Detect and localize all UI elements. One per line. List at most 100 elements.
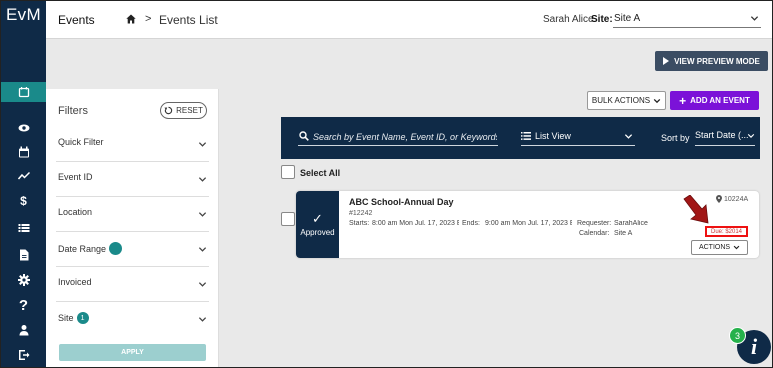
filter-event-id[interactable]: Event ID <box>56 162 209 197</box>
filter-date-range[interactable]: Date Range <box>56 232 209 267</box>
chevron-down-icon <box>198 247 207 252</box>
filter-quick-filter[interactable]: Quick Filter <box>56 127 209 162</box>
nav-documents[interactable] <box>1 244 46 266</box>
annotation-arrow-icon <box>683 195 709 224</box>
calendar-icon <box>18 146 29 158</box>
event-starts-label: Starts: <box>349 220 370 227</box>
chevron-down-icon <box>750 16 759 21</box>
event-calendar-label: Calendar: <box>579 230 610 237</box>
filters-panel: Filters RESET Quick Filter Event ID Loca… <box>46 89 219 367</box>
filter-label: Location <box>58 207 93 217</box>
map-pin-icon <box>716 195 722 203</box>
breadcrumb-current: Events List <box>159 13 218 27</box>
event-location-value: 10224A <box>724 195 749 203</box>
view-select[interactable]: List View <box>521 129 635 146</box>
chevron-down-icon <box>198 142 207 147</box>
bulk-actions-label: BULK ACTIONS <box>591 96 651 105</box>
check-icon: ✓ <box>312 211 323 226</box>
filter-label: Date Range <box>58 243 107 254</box>
filter-label: Quick Filter <box>58 137 104 147</box>
help-icon: ? <box>18 296 29 314</box>
filters-title: Filters <box>58 105 88 117</box>
chevron-down-icon <box>198 177 207 182</box>
nav-billing[interactable]: $ <box>1 190 46 212</box>
view-preview-mode-button[interactable]: VIEW PREVIEW MODE <box>655 51 768 71</box>
site-select[interactable]: Site A <box>613 10 761 28</box>
nav-events[interactable] <box>1 82 46 102</box>
event-title[interactable]: ABC School-Annual Day <box>349 197 454 207</box>
info-icon: i <box>750 334 758 359</box>
search-field <box>298 129 498 146</box>
filter-site[interactable]: Site 1 <box>56 302 209 337</box>
filter-label: Site <box>58 313 74 323</box>
filter-count-badge: 1 <box>76 312 89 324</box>
page-title: Events <box>58 13 95 27</box>
apply-button[interactable]: APPLY <box>59 344 206 361</box>
chevron-down-icon <box>198 317 207 322</box>
event-location: 10224A <box>716 195 748 203</box>
event-id: #12242 <box>349 210 373 217</box>
status-badge: ✓ Approved <box>296 191 339 258</box>
nav-reports[interactable] <box>1 165 46 187</box>
eye-icon <box>18 124 29 132</box>
reset-icon <box>164 106 173 115</box>
list-icon <box>521 132 531 140</box>
app-logo: EvM <box>6 5 41 24</box>
chevron-down-icon <box>198 212 207 217</box>
nav-list[interactable] <box>1 217 46 239</box>
logout-icon <box>18 350 29 360</box>
chevron-down-icon <box>747 134 755 138</box>
trend-chart-icon <box>17 171 30 180</box>
event-ends-label: Ends: <box>462 220 480 227</box>
select-all-label: Select All <box>300 168 341 178</box>
document-icon <box>19 249 28 261</box>
chevron-down-icon <box>624 134 633 139</box>
add-event-label: ADD AN EVENT <box>690 96 750 105</box>
nav-help[interactable]: ? <box>1 294 46 316</box>
plus-icon: + <box>679 93 687 108</box>
chevron-down-icon <box>733 245 740 250</box>
add-event-button[interactable]: + ADD AN EVENT <box>670 91 759 110</box>
event-calendar-value: Site A <box>614 230 633 237</box>
site-label: Site: <box>591 14 613 25</box>
bulk-actions-button[interactable]: BULK ACTIONS <box>587 91 666 110</box>
event-checkbox[interactable] <box>281 212 295 226</box>
sort-select-value: Start Date (... <box>695 130 749 140</box>
breadcrumb-separator: > <box>145 13 152 25</box>
filter-invoiced[interactable]: Invoiced <box>56 267 209 302</box>
calendar-icon <box>18 87 29 98</box>
chevron-down-icon <box>653 98 661 103</box>
filter-label: Invoiced <box>58 277 92 287</box>
gear-icon <box>17 274 30 286</box>
sort-label: Sort by <box>661 133 690 143</box>
event-actions-button[interactable]: ACTIONS <box>691 240 748 255</box>
nav-logout[interactable] <box>1 344 46 366</box>
nav-calendar[interactable] <box>1 141 46 163</box>
view-select-value: List View <box>535 131 571 141</box>
select-all-checkbox[interactable] <box>281 165 295 179</box>
search-icon <box>299 131 309 141</box>
home-icon[interactable] <box>126 14 136 24</box>
active-filter-indicator <box>109 242 123 255</box>
filter-label: Event ID <box>58 172 93 182</box>
chevron-down-icon <box>198 282 207 287</box>
play-icon <box>663 57 670 65</box>
filter-location[interactable]: Location <box>56 197 209 232</box>
user-name[interactable]: Sarah Alice <box>543 14 594 25</box>
view-preview-mode-label: VIEW PREVIEW MODE <box>674 56 760 66</box>
reset-label: RESET <box>176 106 203 115</box>
sort-select[interactable]: Start Date (... <box>695 129 755 146</box>
list-icon <box>18 224 29 232</box>
event-ends-value: 9:00 am Mon Jul. 17, 2023 E <box>485 220 572 227</box>
due-amount: Due: $2014 <box>705 226 748 237</box>
nav-settings[interactable] <box>1 269 46 291</box>
search-input[interactable] <box>313 130 497 144</box>
nav-preview[interactable] <box>1 117 46 139</box>
help-notification-badge: 3 <box>729 327 746 344</box>
app-frame: EvM $ ? Events > Events List Sarah Alice… <box>0 0 773 368</box>
event-requester-value: SarahAlice <box>614 220 648 227</box>
nav-profile[interactable] <box>1 319 46 341</box>
event-actions-label: ACTIONS <box>698 244 731 251</box>
reset-button[interactable]: RESET <box>160 102 207 119</box>
status-label: Approved <box>300 228 335 237</box>
